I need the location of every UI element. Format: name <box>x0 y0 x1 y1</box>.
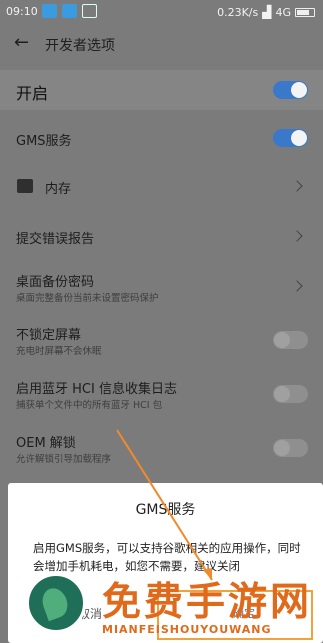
watermark-logo-icon <box>26 573 86 633</box>
watermark-title: 免费手游网 <box>102 580 313 625</box>
annotation-arrow <box>116 429 213 581</box>
settings-screen: 09:10 0.23K/s ▟ 4G ← 开发者选项 开启 GMS服务 内存 提… <box>0 0 323 643</box>
watermark-subtitle: MIANFEISHOUYOUWANG <box>102 623 272 636</box>
watermark: 免费手游网 MIANFEISHOUYOUWANG <box>18 565 323 643</box>
